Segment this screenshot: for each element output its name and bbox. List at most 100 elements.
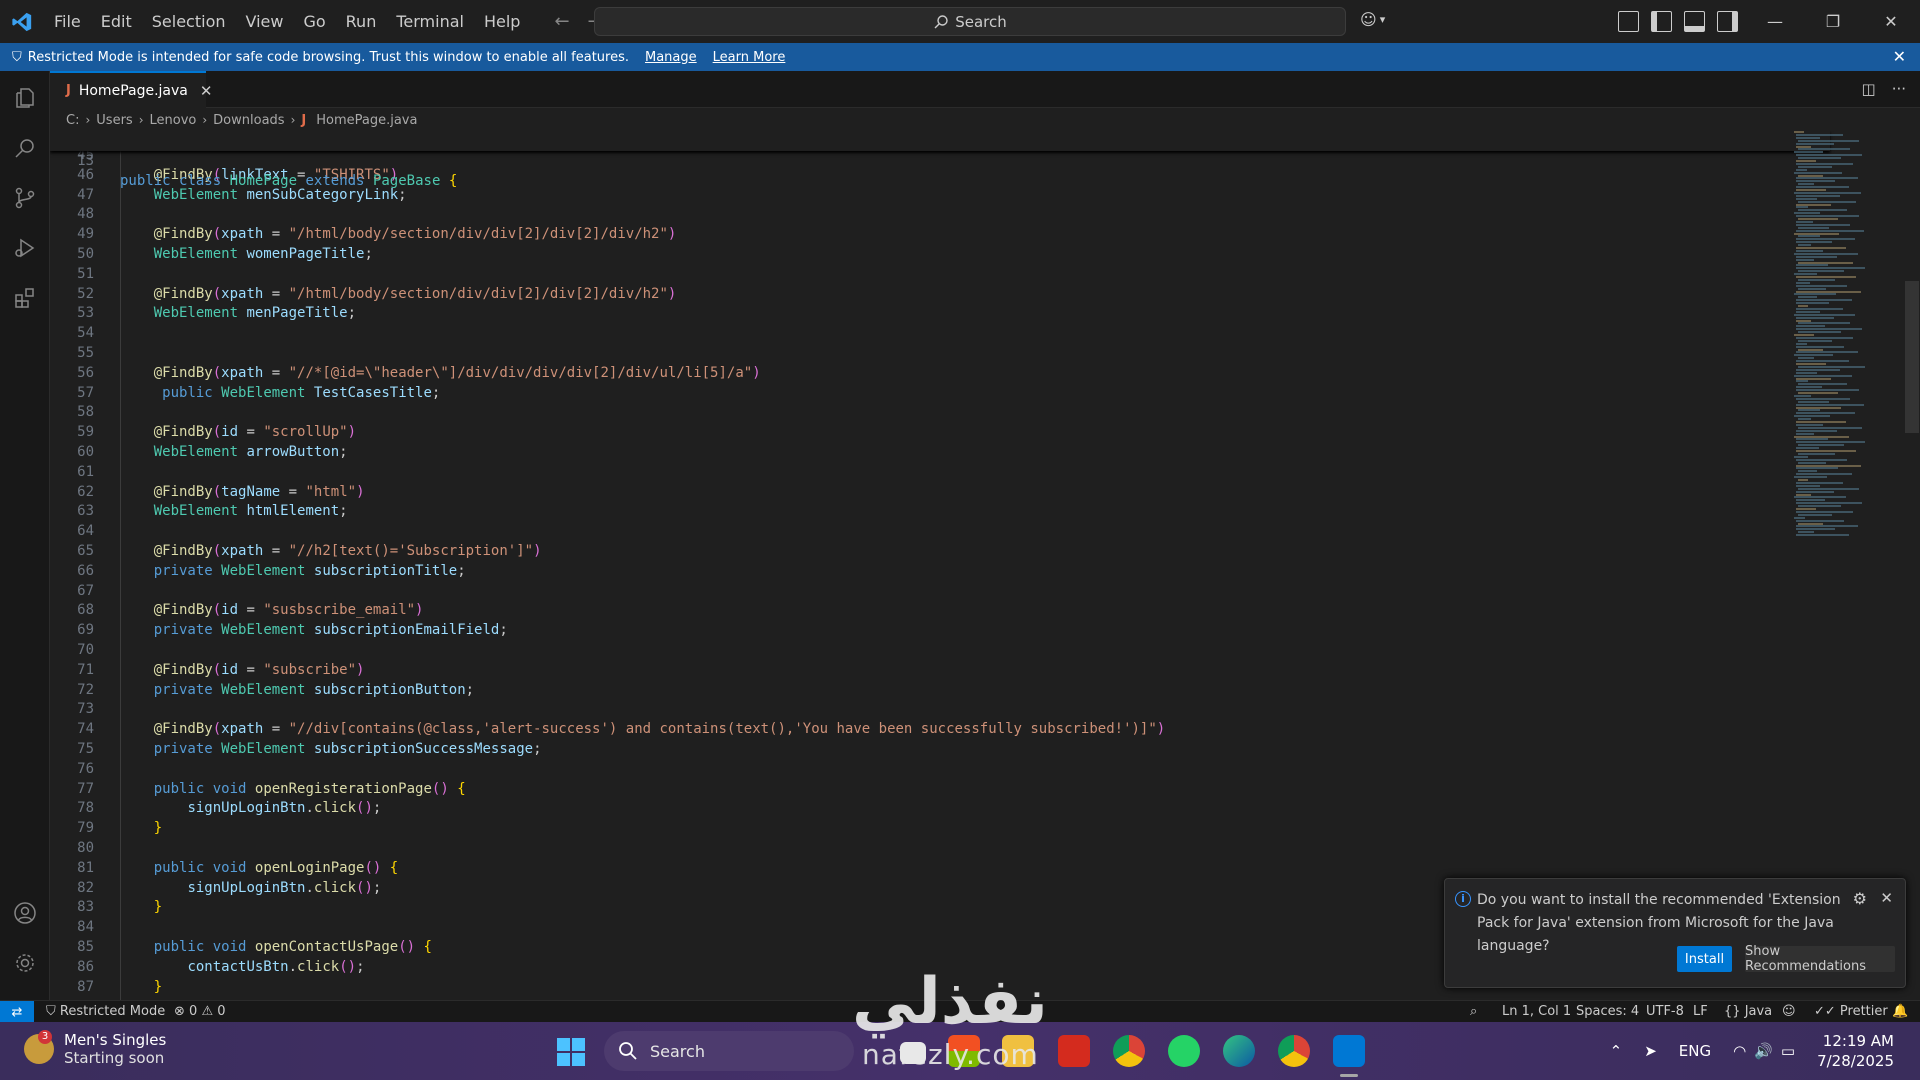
chrome-icon[interactable] bbox=[1113, 1035, 1145, 1067]
breadcrumb-item[interactable]: Users bbox=[96, 113, 132, 128]
send-icon[interactable]: ➤ bbox=[1644, 1042, 1657, 1060]
notifications-bell-icon[interactable]: 🔔 bbox=[1892, 1004, 1908, 1019]
customize-layout-icon[interactable] bbox=[1618, 11, 1639, 32]
language-mode[interactable]: {} Java bbox=[1724, 1004, 1772, 1019]
zoom-icon[interactable]: ⌕ bbox=[1470, 1004, 1477, 1019]
back-arrow-icon[interactable]: ← bbox=[554, 11, 569, 32]
wifi-icon[interactable]: ◠ bbox=[1733, 1042, 1746, 1060]
menu-help[interactable]: Help bbox=[474, 0, 530, 43]
code-line[interactable]: 51 bbox=[50, 264, 1830, 284]
code-line[interactable]: 53 WebElement menPageTitle; bbox=[50, 303, 1830, 323]
code-line[interactable]: 54 bbox=[50, 323, 1830, 343]
code-line[interactable]: 61 bbox=[50, 462, 1830, 482]
show-recommendations-button[interactable]: Show Recommendations bbox=[1745, 944, 1895, 974]
gear-icon[interactable]: ⚙ bbox=[1853, 889, 1867, 908]
menu-edit[interactable]: Edit bbox=[91, 0, 142, 43]
code-line[interactable]: 67 bbox=[50, 581, 1830, 601]
code-line[interactable]: 71 @FindBy(id = "subscribe") bbox=[50, 660, 1830, 680]
chevron-up-icon[interactable]: ⌃ bbox=[1610, 1042, 1623, 1060]
toggle-secondary-sidebar-icon[interactable] bbox=[1717, 11, 1738, 32]
code-line[interactable]: 72 private WebElement subscriptionButton… bbox=[50, 680, 1830, 700]
remote-indicator-icon[interactable]: ⇄ bbox=[0, 1001, 34, 1023]
clock[interactable]: 12:19 AM 7/28/2025 bbox=[1817, 1031, 1894, 1071]
code-line[interactable]: 74 @FindBy(xpath = "//div[contains(@clas… bbox=[50, 719, 1830, 739]
sticky-scroll-line[interactable]: 13 public class HomePage extends PageBas… bbox=[50, 131, 1830, 189]
code-editor[interactable]: 45 46 @FindBy(linkText = "TSHIRTS") 47 Web… bbox=[50, 131, 1905, 1000]
code-line[interactable]: 58 bbox=[50, 402, 1830, 422]
scrollbar-thumb[interactable] bbox=[1905, 281, 1919, 433]
breadcrumb-item[interactable]: Lenovo bbox=[150, 113, 197, 128]
learn-more-link[interactable]: Learn More bbox=[713, 50, 786, 65]
search-icon[interactable] bbox=[12, 135, 38, 161]
code-line[interactable]: 75 private WebElement subscriptionSucces… bbox=[50, 739, 1830, 759]
close-icon[interactable]: ✕ bbox=[200, 82, 213, 100]
code-line[interactable]: 81 public void openLoginPage() { bbox=[50, 858, 1830, 878]
code-line[interactable]: 66 private WebElement subscriptionTitle; bbox=[50, 561, 1830, 581]
minimize-icon[interactable]: — bbox=[1746, 0, 1804, 43]
code-line[interactable]: 62 @FindBy(tagName = "html") bbox=[50, 482, 1830, 502]
code-line[interactable]: 64 bbox=[50, 521, 1830, 541]
settings-gear-icon[interactable] bbox=[12, 950, 38, 976]
code-line[interactable]: 49 @FindBy(xpath = "/html/body/section/d… bbox=[50, 224, 1830, 244]
command-center-search[interactable]: Search bbox=[594, 7, 1346, 36]
menu-run[interactable]: Run bbox=[336, 0, 387, 43]
indentation[interactable]: Spaces: 4 bbox=[1576, 1004, 1639, 1019]
code-line[interactable]: 68 @FindBy(id = "susbscribe_email") bbox=[50, 600, 1830, 620]
close-icon[interactable]: ✕ bbox=[1893, 47, 1906, 66]
taskbar-search[interactable]: Search bbox=[604, 1031, 854, 1071]
copilot-status-icon[interactable]: ☺ bbox=[1782, 1004, 1796, 1019]
acrobat-icon[interactable] bbox=[1058, 1035, 1090, 1067]
code-line[interactable]: 56 @FindBy(xpath = "//*[@id=\"header\"]/… bbox=[50, 363, 1830, 383]
problems-status[interactable]: ⊗ 0 ⚠ 0 bbox=[174, 1004, 226, 1019]
extensions-icon[interactable] bbox=[12, 285, 38, 311]
install-button[interactable]: Install bbox=[1677, 946, 1732, 972]
restricted-mode-status[interactable]: ⛉ Restricted Mode bbox=[46, 1004, 165, 1019]
toggle-primary-sidebar-icon[interactable] bbox=[1651, 11, 1672, 32]
code-line[interactable]: 52 @FindBy(xpath = "/html/body/section/d… bbox=[50, 284, 1830, 304]
restore-icon[interactable]: ❐ bbox=[1804, 0, 1862, 43]
breadcrumb-item[interactable]: Downloads bbox=[213, 113, 284, 128]
breadcrumb-item[interactable]: HomePage.java bbox=[316, 113, 417, 128]
code-line[interactable]: 77 public void openRegisterationPage() { bbox=[50, 779, 1830, 799]
news-widget[interactable]: 3 Men's Singles Starting soon bbox=[24, 1030, 166, 1067]
cursor-position[interactable]: Ln 1, Col 1 bbox=[1502, 1004, 1571, 1019]
accounts-icon[interactable] bbox=[12, 900, 38, 926]
code-line[interactable]: 60 WebElement arrowButton; bbox=[50, 442, 1830, 462]
manage-link[interactable]: Manage bbox=[645, 50, 697, 65]
windows-start-icon[interactable] bbox=[557, 1038, 585, 1066]
code-line[interactable]: 48 bbox=[50, 204, 1830, 224]
code-line[interactable]: 65 @FindBy(xpath = "//h2[text()='Subscri… bbox=[50, 541, 1830, 561]
menu-terminal[interactable]: Terminal bbox=[386, 0, 474, 43]
run-debug-icon[interactable] bbox=[12, 235, 38, 261]
menu-view[interactable]: View bbox=[236, 0, 294, 43]
edge-icon[interactable] bbox=[1223, 1035, 1255, 1067]
menu-file[interactable]: File bbox=[44, 0, 91, 43]
source-control-icon[interactable] bbox=[12, 185, 38, 211]
code-line[interactable]: 79 } bbox=[50, 818, 1830, 838]
vertical-scrollbar[interactable] bbox=[1905, 131, 1920, 1000]
input-language[interactable]: ENG bbox=[1679, 1042, 1711, 1060]
split-editor-icon[interactable]: ◫ bbox=[1862, 80, 1876, 98]
code-line[interactable]: 78 signUpLoginBtn.click(); bbox=[50, 798, 1830, 818]
code-line[interactable]: 59 @FindBy(id = "scrollUp") bbox=[50, 422, 1830, 442]
code-line[interactable]: 50 WebElement womenPageTitle; bbox=[50, 244, 1830, 264]
chrome-profile-icon[interactable] bbox=[1278, 1035, 1310, 1067]
code-line[interactable]: 80 bbox=[50, 838, 1830, 858]
menu-go[interactable]: Go bbox=[293, 0, 335, 43]
menu-selection[interactable]: Selection bbox=[142, 0, 236, 43]
code-line[interactable]: 55 bbox=[50, 343, 1830, 363]
more-actions-icon[interactable]: ··· bbox=[1892, 80, 1906, 98]
vscode-taskbar-icon[interactable] bbox=[1333, 1035, 1365, 1067]
volume-icon[interactable]: 🔊 bbox=[1754, 1042, 1773, 1060]
code-line[interactable]: 63 WebElement htmlElement; bbox=[50, 501, 1830, 521]
copilot-button[interactable]: ☺ ▾ bbox=[1360, 10, 1385, 29]
minimap[interactable] bbox=[1790, 131, 1905, 541]
tab-homepage-java[interactable]: J HomePage.java ✕ bbox=[50, 71, 212, 108]
code-line[interactable]: 70 bbox=[50, 640, 1830, 660]
prettier-status[interactable]: ✓✓ Prettier bbox=[1814, 1004, 1888, 1019]
code-line[interactable]: 76 bbox=[50, 759, 1830, 779]
encoding[interactable]: UTF-8 bbox=[1646, 1004, 1684, 1019]
close-window-icon[interactable]: ✕ bbox=[1862, 0, 1920, 43]
code-line[interactable]: 73 bbox=[50, 699, 1830, 719]
toggle-panel-icon[interactable] bbox=[1684, 11, 1705, 32]
